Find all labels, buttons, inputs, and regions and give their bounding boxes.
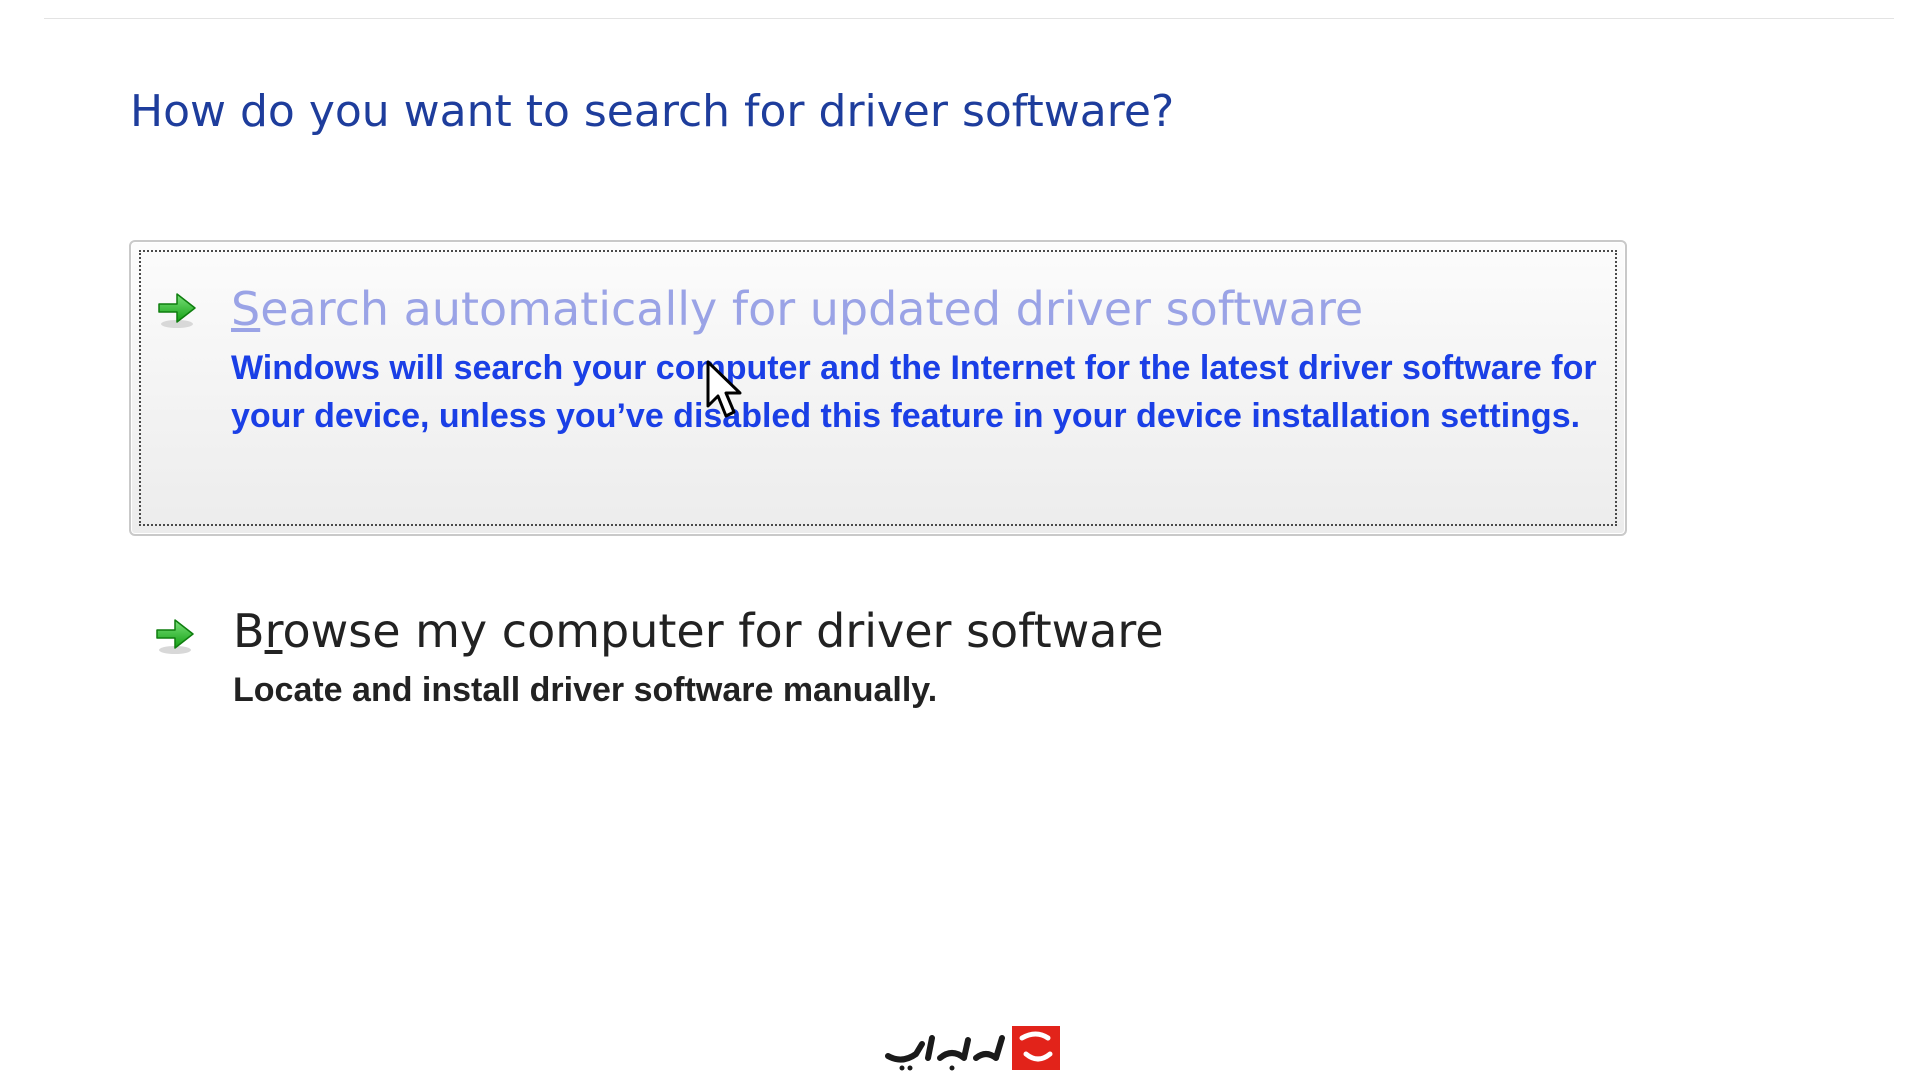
option-title: Search automatically for updated driver … [231, 282, 1364, 336]
option-description: Locate and install driver software manua… [233, 671, 938, 709]
top-divider [44, 18, 1894, 19]
mouse-pointer-icon [706, 360, 742, 418]
option-description: Windows will search your computer and th… [231, 349, 1597, 435]
accelerator-key: S [231, 282, 261, 336]
green-arrow-icon [156, 619, 194, 654]
option-title: Browse my computer for driver software [233, 604, 1164, 658]
page-title: How do you want to search for driver sof… [130, 86, 1175, 137]
green-arrow-icon [158, 293, 196, 328]
driver-search-dialog: How do you want to search for driver sof… [0, 0, 1920, 1080]
search-automatically-option[interactable]: Search automatically for updated driver … [129, 240, 1627, 536]
watermark-logo [885, 1026, 1060, 1071]
browse-computer-option[interactable]: Browse my computer for driver software L… [129, 596, 1164, 726]
accelerator-key: r [264, 604, 283, 658]
